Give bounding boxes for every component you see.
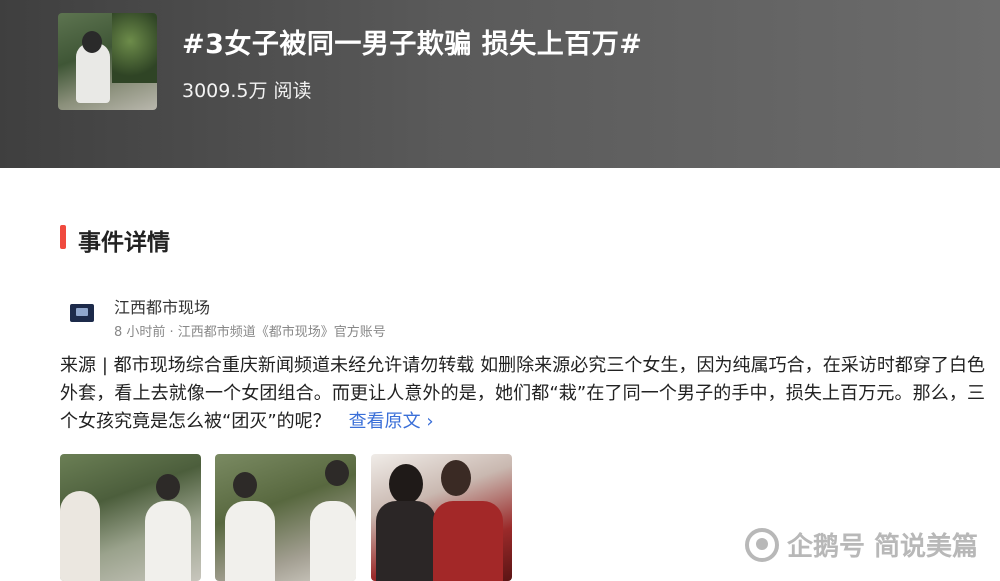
section-accent-bar (60, 225, 66, 249)
section-title: 事件详情 (78, 230, 170, 256)
watermark: 企鹅号 简说美篇 (744, 526, 978, 563)
image-person (433, 501, 503, 581)
image-head (325, 460, 349, 486)
post-image-1[interactable] (60, 454, 201, 581)
post-image-2[interactable] (215, 454, 356, 581)
post-meta: 8 小时前 · 江西都市频道《都市现场》官方账号 (114, 325, 386, 340)
thumbnail-head (82, 31, 102, 53)
topic-title[interactable]: #3女子被同一男子欺骗 损失上百万# (182, 22, 642, 61)
thumbnail-plant (112, 13, 157, 83)
read-original-link[interactable]: 查看原文 › (349, 411, 434, 432)
image-person (60, 491, 100, 581)
read-count: 3009.5万 阅读 (182, 80, 312, 102)
penguin-logo-icon (744, 527, 779, 562)
author-avatar[interactable] (62, 298, 102, 328)
post-body: 来源 | 都市现场综合重庆新闻频道未经允许请勿转载 如删除来源必究三个女生，因为… (60, 352, 985, 436)
topic-header: #3女子被同一男子欺骗 损失上百万# 3009.5万 阅读 (0, 0, 1000, 168)
image-head (441, 460, 471, 496)
image-person (225, 501, 275, 581)
post-body-text: 来源 | 都市现场综合重庆新闻频道未经允许请勿转载 如删除来源必究三个女生，因为… (60, 355, 985, 432)
image-person (376, 501, 436, 581)
watermark-text: 企鹅号 简说美篇 (786, 532, 978, 562)
image-person (310, 501, 356, 581)
image-person (145, 501, 191, 581)
image-head (156, 474, 180, 500)
tv-logo-icon (70, 304, 94, 322)
image-head (389, 464, 423, 504)
image-head (233, 472, 257, 498)
topic-thumbnail[interactable] (58, 13, 157, 110)
author-name[interactable]: 江西都市现场 (114, 294, 210, 318)
post-image-3[interactable] (371, 454, 512, 581)
